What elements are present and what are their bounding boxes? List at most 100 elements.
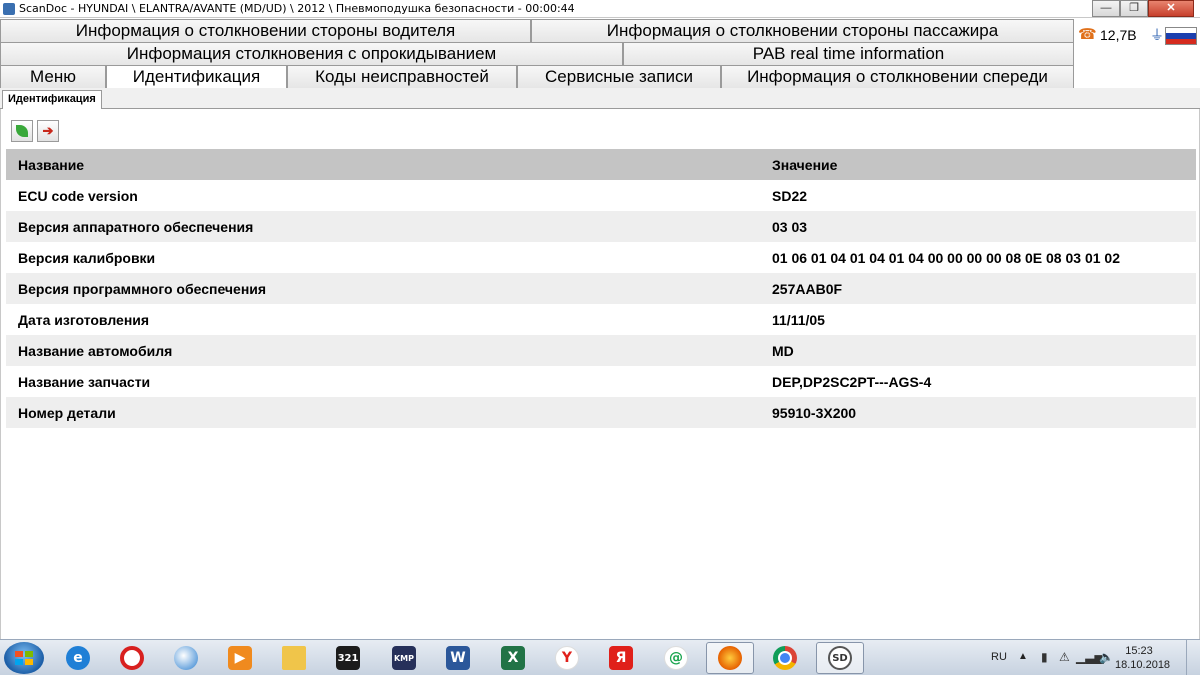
battery-icon[interactable]: ▮: [1041, 650, 1048, 664]
column-header-name: Название: [18, 156, 85, 173]
row-value: 03 03: [772, 218, 808, 235]
row-name: Название запчасти: [18, 373, 151, 390]
excel-icon: X: [501, 646, 525, 670]
word-icon: W: [446, 646, 470, 670]
row-name: ECU code version: [18, 187, 138, 204]
russian-flag-icon[interactable]: [1165, 27, 1197, 45]
taskbar-321-player[interactable]: 321: [324, 642, 372, 674]
clock-date: 18.10.2018: [1115, 659, 1171, 671]
close-button[interactable]: ✕: [1148, 0, 1194, 17]
taskbar-internet-explorer[interactable]: e: [54, 642, 102, 674]
identification-table: Название Значение ECU code version SD22 …: [6, 149, 1196, 428]
title-bar: ScanDoc - HYUNDAI \ ELANTRA/AVANTE (MD/U…: [0, 0, 1200, 18]
taskbar-yandex[interactable]: Я: [597, 642, 645, 674]
opera-icon: [120, 646, 144, 670]
row-value: 01 06 01 04 01 04 01 04 00 00 00 00 08 0…: [772, 249, 1120, 266]
subtab-strip: Идентификация: [0, 88, 1200, 110]
taskbar-yandex-browser[interactable]: Y: [543, 642, 591, 674]
taskbar-windows-media-player[interactable]: [162, 642, 210, 674]
app-icon: [3, 3, 15, 15]
window-title: ScanDoc - HYUNDAI \ ELANTRA/AVANTE (MD/U…: [19, 2, 575, 15]
taskbar-kmplayer[interactable]: KMP: [380, 642, 428, 674]
folder-icon: [282, 646, 306, 670]
chrome-icon: [773, 646, 797, 670]
windows-media-player-icon: [174, 646, 198, 670]
internet-explorer-icon: e: [66, 646, 90, 670]
column-header-value: Значение: [772, 156, 838, 173]
row-name: Номер детали: [18, 404, 116, 421]
volume-icon[interactable]: 🔈: [1099, 650, 1114, 664]
tab-driver-side-collision[interactable]: Информация о столкновении стороны водите…: [0, 19, 531, 42]
taskbar-file-explorer[interactable]: [270, 642, 318, 674]
phone-icon: ☎: [1078, 26, 1097, 43]
taskbar-word[interactable]: W: [434, 642, 482, 674]
tab-menu[interactable]: Меню: [0, 65, 106, 88]
start-button[interactable]: [4, 642, 44, 674]
voltage-readout: 12,7В: [1100, 27, 1137, 43]
tab-fault-codes[interactable]: Коды неисправностей: [287, 65, 517, 88]
tab-service-records[interactable]: Сервисные записи: [517, 65, 721, 88]
warning-icon[interactable]: ⚠: [1059, 650, 1070, 664]
language-indicator[interactable]: RU: [991, 651, 1007, 663]
leaf-icon: [16, 125, 28, 137]
tab-identification[interactable]: Идентификация: [106, 65, 287, 88]
table-row[interactable]: Дата изготовления 11/11/05: [6, 304, 1196, 335]
yandex-browser-icon: Y: [555, 646, 579, 670]
leaf-button[interactable]: [11, 120, 33, 142]
plug-icon: ⏚: [1150, 27, 1164, 43]
show-hidden-icons-icon[interactable]: ▲: [1018, 651, 1028, 662]
table-row[interactable]: Версия программного обеспечения 257AAB0F: [6, 273, 1196, 304]
yandex-icon: Я: [609, 646, 633, 670]
tab-passenger-side-collision[interactable]: Информация о столкновении стороны пассаж…: [531, 19, 1074, 42]
row-value: 95910-3X200: [772, 404, 857, 421]
table-row[interactable]: Название автомобиля MD: [6, 335, 1196, 366]
table-header: Название Значение: [6, 149, 1196, 180]
taskbar-media-player[interactable]: ▶: [216, 642, 264, 674]
tab-front-collision[interactable]: Информация о столкновении спереди: [721, 65, 1074, 88]
row-value: MD: [772, 342, 794, 359]
kmplayer-icon: KMP: [392, 646, 416, 670]
show-desktop-button[interactable]: [1186, 640, 1200, 675]
row-value: DEP,DP2SC2PT---AGS-4: [772, 373, 932, 390]
321-player-icon: 321: [336, 646, 360, 670]
subtab-identification[interactable]: Идентификация: [2, 90, 102, 110]
window-controls: — ❐ ✕: [1092, 0, 1194, 17]
table-row[interactable]: Номер детали 95910-3X200: [6, 397, 1196, 428]
row-name: Версия калибровки: [18, 249, 156, 266]
table-row[interactable]: Название запчасти DEP,DP2SC2PT---AGS-4: [6, 366, 1196, 397]
minimize-button[interactable]: —: [1092, 0, 1120, 17]
scandoc-icon: SD: [828, 646, 852, 670]
tab-rollover-collision[interactable]: Информация столкновения с опрокидыванием: [0, 42, 623, 65]
maximize-button[interactable]: ❐: [1120, 0, 1148, 17]
row-name: Название автомобиля: [18, 342, 173, 359]
row-name: Версия программного обеспечения: [18, 280, 267, 297]
clock-time: 15:23: [1125, 645, 1153, 657]
media-player-icon: ▶: [228, 646, 252, 670]
system-tray: RU ▲ ▮ ⚠ ▁▃▅ 🔈 15:23 18.10.2018: [975, 640, 1200, 675]
export-button[interactable]: ➔: [37, 120, 59, 142]
taskbar-firefox[interactable]: [706, 642, 754, 674]
table-row[interactable]: Версия аппаратного обеспечения 03 03: [6, 211, 1196, 242]
taskbar: e ▶ 321 KMP W X Y Я @ SD RU ▲ ▮ ⚠ ▁▃▅ 🔈 …: [0, 639, 1200, 675]
status-area: ☎ 12,7В ⏚: [1074, 19, 1200, 49]
firefox-icon: [718, 646, 742, 670]
taskbar-excel[interactable]: X: [489, 642, 537, 674]
tab-pab-realtime[interactable]: PAB real time information: [623, 42, 1074, 65]
content-panel: ➔ Название Значение ECU code version SD2…: [0, 109, 1200, 639]
windows-logo-icon: [15, 651, 33, 665]
row-name: Дата изготовления: [18, 311, 150, 328]
taskbar-mail-agent[interactable]: @: [652, 642, 700, 674]
table-row[interactable]: ECU code version SD22: [6, 180, 1196, 211]
mail-agent-icon: @: [664, 646, 688, 670]
row-value: SD22: [772, 187, 808, 204]
row-value: 11/11/05: [772, 311, 825, 328]
table-row[interactable]: Версия калибровки 01 06 01 04 01 04 01 0…: [6, 242, 1196, 273]
taskbar-scandoc[interactable]: SD: [816, 642, 864, 674]
tab-row-1: Информация о столкновении стороны водите…: [0, 19, 1074, 42]
export-arrow-icon: ➔: [42, 123, 54, 138]
taskbar-opera[interactable]: [108, 642, 156, 674]
row-name: Версия аппаратного обеспечения: [18, 218, 254, 235]
clock[interactable]: 15:23 18.10.2018: [1115, 644, 1171, 672]
taskbar-chrome[interactable]: [761, 642, 809, 674]
toolbar: ➔: [11, 120, 59, 142]
